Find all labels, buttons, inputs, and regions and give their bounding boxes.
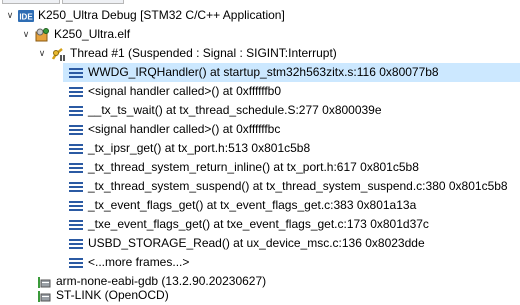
stack-frame-label: <signal handler called>() at 0xffffffb0 — [88, 84, 282, 98]
elf-process-label: K250_Ultra.elf — [54, 27, 131, 41]
stack-frame-icon — [68, 160, 84, 176]
stack-frame-label: _tx_thread_system_suspend() at tx_thread… — [88, 179, 508, 193]
stack-frame-icon — [68, 65, 84, 81]
stack-frame-icon — [68, 217, 84, 233]
stack-frame-icon — [68, 179, 84, 195]
collapse-arrow-icon[interactable]: ∨ — [20, 25, 32, 44]
ide-launch-icon: IDE — [18, 8, 34, 24]
stack-frame-row[interactable]: <signal handler called>() at 0xffffffb0 — [0, 82, 281, 101]
thread-label: Thread #1 (Suspended : Signal : SIGINT:I… — [70, 46, 337, 60]
suspended-thread-icon — [50, 46, 66, 62]
stack-frame-row[interactable]: <signal handler called>() at 0xffffffbc — [0, 120, 280, 139]
stack-frame-row[interactable]: WWDG_IRQHandler() at startup_stm32h563zi… — [0, 63, 520, 82]
stack-frame-label: WWDG_IRQHandler() at startup_stm32h563zi… — [88, 65, 439, 79]
stack-frame-row[interactable]: _tx_thread_system_suspend() at tx_thread… — [0, 177, 508, 196]
stack-frame-icon — [68, 141, 84, 157]
stack-frame-icon — [68, 84, 84, 100]
stack-frame-label: USBD_STORAGE_Read() at ux_device_msc.c:1… — [88, 236, 425, 250]
stack-frame-row[interactable]: __tx_ts_wait() at tx_thread_schedule.S:2… — [0, 101, 382, 120]
stack-frame-icon — [68, 198, 84, 214]
collapse-arrow-icon[interactable]: ∨ — [36, 44, 48, 63]
stack-frame-label: <signal handler called>() at 0xffffffbc — [88, 122, 281, 136]
more-frames-label: <...more frames...> — [88, 255, 190, 269]
stack-frame-label: __tx_ts_wait() at tx_thread_schedule.S:2… — [88, 103, 382, 117]
stack-frame-icon — [68, 122, 84, 138]
launch-config-row[interactable]: ∨ IDE K250_Ultra Debug [STM32 C/C++ Appl… — [0, 6, 285, 25]
stack-frame-icon — [68, 255, 84, 271]
stack-frame-row[interactable]: _tx_event_flags_get() at tx_event_flags_… — [0, 196, 416, 215]
stack-frame-row[interactable]: _tx_thread_system_return_inline() at tx_… — [0, 158, 419, 177]
stack-frame-label: _tx_event_flags_get() at tx_event_flags_… — [88, 198, 417, 212]
more-frames-row[interactable]: <...more frames...> — [0, 253, 189, 272]
stlink-process-label: ST-LINK (OpenOCD) — [56, 288, 169, 302]
stlink-process-icon — [36, 288, 52, 304]
stack-frame-icon — [68, 103, 84, 119]
stack-frame-row[interactable]: USBD_STORAGE_Read() at ux_device_msc.c:1… — [0, 234, 425, 253]
stlink-process-row[interactable]: ST-LINK (OpenOCD) — [0, 286, 169, 305]
ide-badge: IDE — [19, 12, 33, 21]
stack-frame-label: _txe_event_flags_get() at txe_event_flag… — [88, 217, 429, 231]
launch-config-label: K250_Ultra Debug [STM32 C/C++ Applicatio… — [38, 8, 285, 22]
view-tab[interactable] — [62, 0, 124, 4]
thread-row[interactable]: ∨ Thread #1 (Suspended : Signal : SIGINT… — [0, 44, 337, 63]
stack-frame-label: _tx_thread_system_return_inline() at tx_… — [88, 160, 419, 174]
stack-frame-row[interactable]: _txe_event_flags_get() at txe_event_flag… — [0, 215, 429, 234]
view-tab-strip — [0, 0, 520, 4]
elf-process-icon — [34, 27, 50, 43]
stack-frame-row[interactable]: _tx_ipsr_get() at tx_port.h:513 0x801c5b… — [0, 139, 310, 158]
elf-process-row[interactable]: ∨ K250_Ultra.elf — [0, 25, 130, 44]
view-tab[interactable] — [2, 0, 60, 4]
stack-frame-icon — [68, 236, 84, 252]
stack-frame-label: _tx_ipsr_get() at tx_port.h:513 0x801c5b… — [88, 141, 311, 155]
collapse-arrow-icon[interactable]: ∨ — [4, 6, 16, 25]
